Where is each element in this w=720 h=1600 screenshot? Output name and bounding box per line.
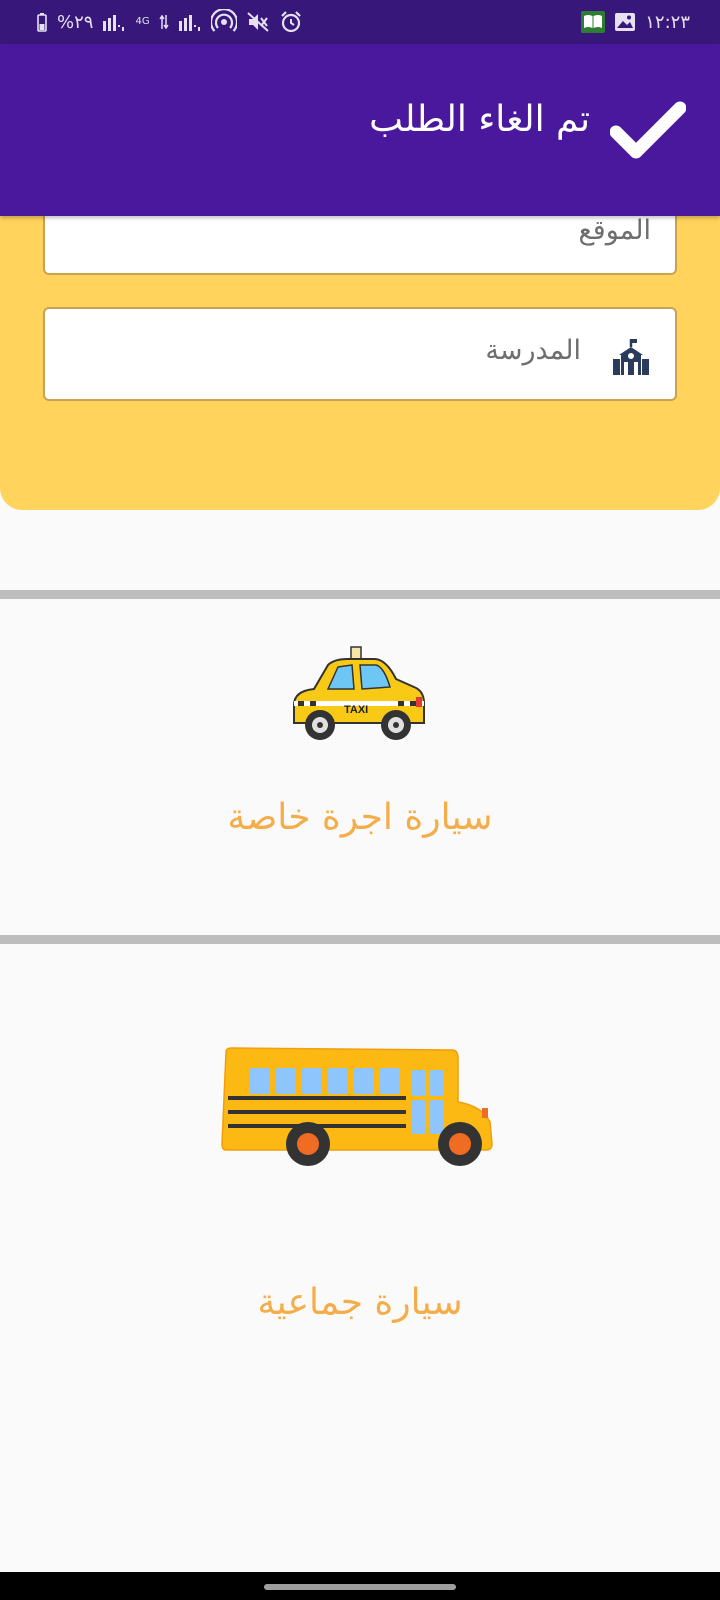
school-field[interactable]: المدرسة: [43, 307, 677, 401]
battery-icon: [36, 12, 48, 32]
home-gesture-handle[interactable]: [264, 1584, 456, 1590]
divider: [0, 590, 720, 599]
divider: [0, 935, 720, 944]
alarm-icon: [279, 10, 303, 34]
mute-icon: [246, 11, 270, 33]
image-icon: [614, 12, 636, 32]
data-arrows-icon: [158, 14, 169, 30]
clock-time: ١٢:٢٣: [645, 11, 690, 33]
book-app-icon: [581, 11, 606, 33]
private-taxi-option[interactable]: TAXI سيارة اجرة خاصة: [0, 599, 720, 935]
status-bar-left: %٢٩ 4G: [36, 9, 303, 35]
shared-bus-label: سيارة جماعية: [257, 1282, 463, 1323]
shared-bus-option[interactable]: سيارة جماعية: [0, 944, 720, 1570]
location-field-label: الموقع: [578, 215, 651, 246]
school-icon: [611, 337, 651, 377]
status-bar: %٢٩ 4G ١٢:٢٣: [0, 0, 720, 44]
signal-icon: [102, 13, 126, 31]
network-type: 4G: [135, 16, 150, 27]
private-taxi-label: سيارة اجرة خاصة: [227, 797, 493, 838]
school-bus-icon: [220, 1046, 498, 1174]
cancel-toast: تم الغاء الطلب: [0, 44, 720, 216]
navigation-bar: [0, 1572, 720, 1600]
taxi-icon: TAXI: [288, 645, 430, 743]
hotspot-icon: [210, 9, 237, 35]
signal-icon: [178, 13, 202, 31]
status-bar-right: ١٢:٢٣: [581, 11, 690, 33]
location-field[interactable]: الموقع: [43, 207, 677, 275]
svg-text:TAXI: TAXI: [344, 704, 368, 716]
battery-percent: %٢٩: [57, 11, 94, 33]
checkmark-icon: [609, 100, 687, 162]
school-field-label: المدرسة: [485, 335, 581, 366]
toast-message: تم الغاء الطلب: [369, 99, 590, 140]
